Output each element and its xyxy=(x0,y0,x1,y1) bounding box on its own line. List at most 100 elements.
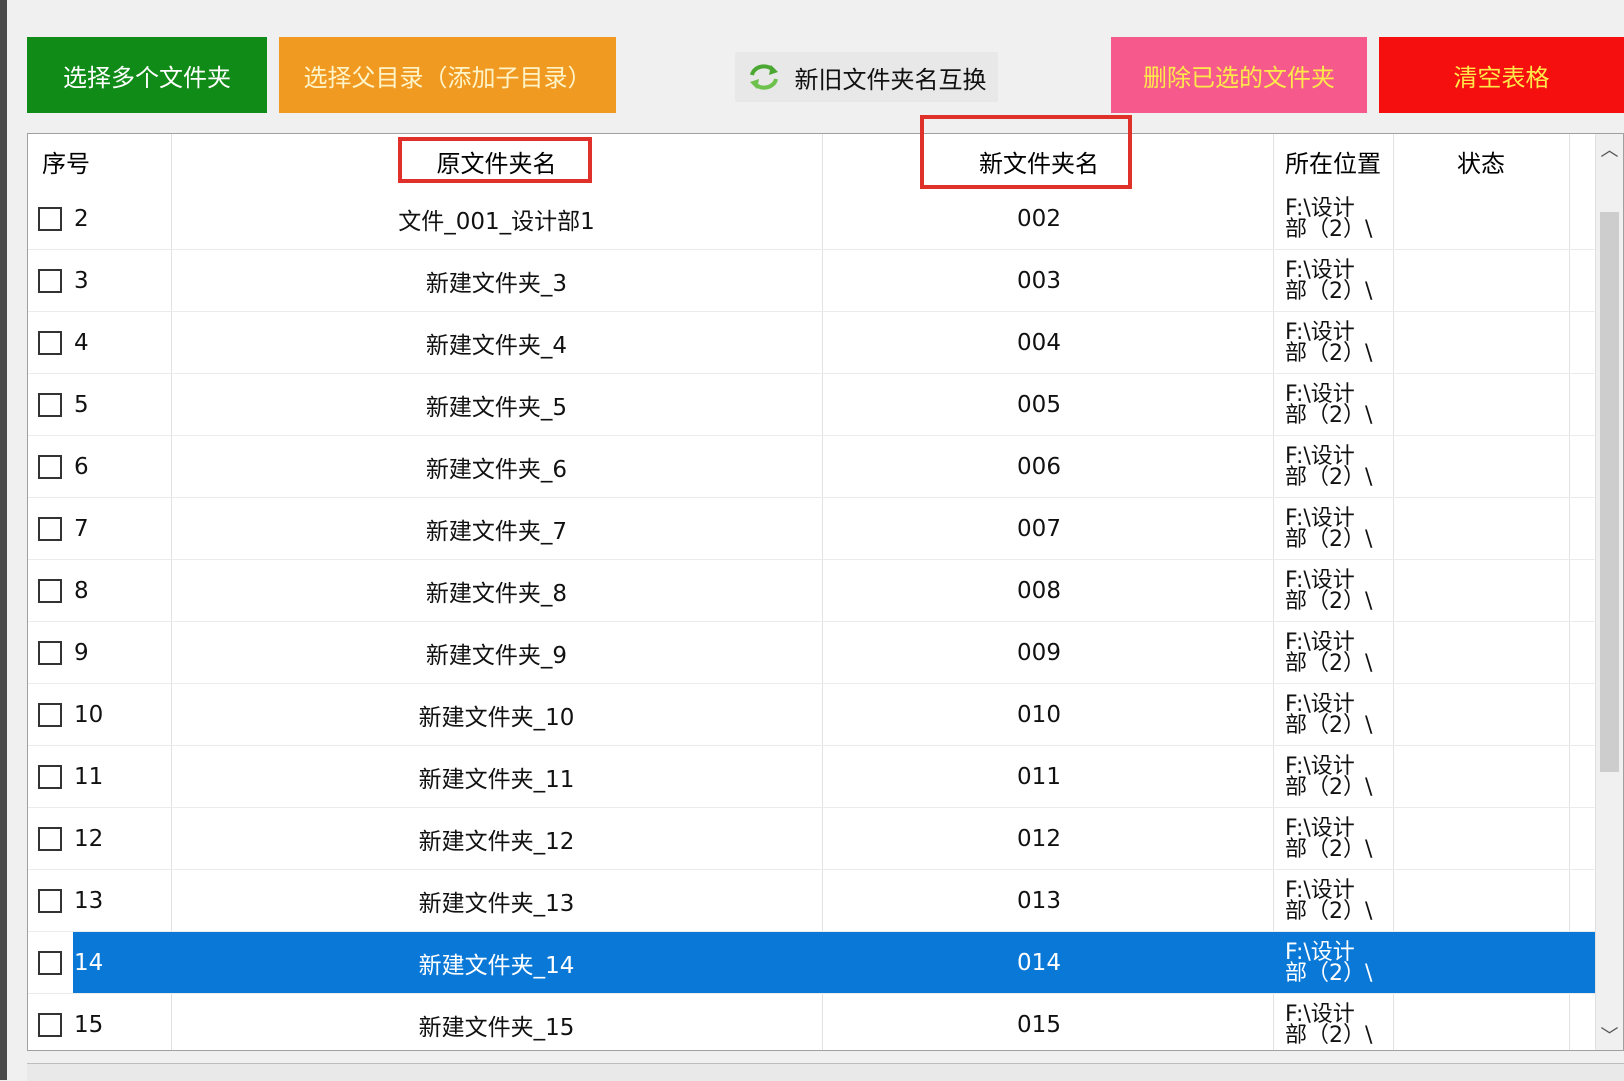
header-status[interactable]: 状态 xyxy=(1393,134,1569,188)
row-checkbox[interactable] xyxy=(38,702,62,727)
seq-cell: 5 xyxy=(38,374,178,435)
new-name-cell[interactable]: 010 xyxy=(822,684,1256,745)
table-row[interactable]: 15 新建文件夹_15 015 F:\设计部（2）\ xyxy=(28,994,1598,1050)
table-row[interactable]: 14 新建文件夹_14 014 F:\设计部（2）\ xyxy=(28,932,1599,994)
original-name-cell: 新建文件夹_13 xyxy=(418,890,575,917)
table-row[interactable]: 3 新建文件夹_3 003 F:\设计部（2）\ xyxy=(28,250,1598,312)
row-checkbox[interactable] xyxy=(38,206,62,231)
location-cell: F:\设计部（2）\ xyxy=(1273,808,1381,869)
original-name-cell: 新建文件夹_4 xyxy=(425,332,568,359)
new-name-cell[interactable]: 004 xyxy=(822,312,1256,373)
new-name-cell[interactable]: 005 xyxy=(822,374,1256,435)
swap-folder-names-button[interactable]: 新旧文件夹名互换 xyxy=(735,52,998,102)
table-row[interactable]: 11 新建文件夹_11 011 F:\设计部（2）\ xyxy=(28,746,1598,808)
header-seq[interactable]: 序号 xyxy=(42,134,142,188)
original-name-cell: 新建文件夹_3 xyxy=(425,270,568,297)
location-cell: F:\设计部（2）\ xyxy=(1273,498,1381,559)
new-name-cell[interactable]: 013 xyxy=(822,870,1256,931)
table-row[interactable]: 8 新建文件夹_8 008 F:\设计部（2）\ xyxy=(28,560,1598,622)
row-checkbox[interactable] xyxy=(38,330,62,355)
new-name-cell[interactable]: 006 xyxy=(822,436,1256,497)
table-row[interactable]: 9 新建文件夹_9 009 F:\设计部（2）\ xyxy=(28,622,1598,684)
location-text: F:\设计部（2）\ xyxy=(1285,877,1373,924)
location-cell: F:\设计部（2）\ xyxy=(1273,684,1381,745)
seq-number: 4 xyxy=(74,329,89,356)
seq-number: 3 xyxy=(74,267,89,294)
row-checkbox[interactable] xyxy=(38,392,62,417)
table-row[interactable]: 13 新建文件夹_13 013 F:\设计部（2）\ xyxy=(28,870,1598,932)
status-cell xyxy=(1393,870,1569,931)
location-text: F:\设计部（2）\ xyxy=(1285,319,1373,366)
table-row[interactable]: 7 新建文件夹_7 007 F:\设计部（2）\ xyxy=(28,498,1598,560)
location-text: F:\设计部（2）\ xyxy=(1285,505,1373,552)
seq-cell: 10 xyxy=(38,684,178,745)
new-name-cell[interactable]: 007 xyxy=(822,498,1256,559)
row-checkbox[interactable] xyxy=(38,826,62,851)
seq-cell: 4 xyxy=(38,312,178,373)
seq-cell: 2 xyxy=(38,188,178,249)
scrollbar-thumb[interactable] xyxy=(1600,212,1619,772)
status-cell xyxy=(1393,684,1569,745)
location-cell: F:\设计部（2）\ xyxy=(1273,312,1381,373)
new-name-cell[interactable]: 012 xyxy=(822,808,1256,869)
original-name-cell: 文件_001_设计部1 xyxy=(398,208,595,235)
seq-cell: 3 xyxy=(38,250,178,311)
seq-cell: 8 xyxy=(38,560,178,621)
row-checkbox[interactable] xyxy=(38,1012,62,1037)
status-cell xyxy=(1393,994,1569,1050)
row-checkbox[interactable] xyxy=(38,764,62,789)
location-text: F:\设计部（2）\ xyxy=(1285,629,1373,676)
location-cell: F:\设计部（2）\ xyxy=(1273,994,1381,1050)
new-name-cell[interactable]: 015 xyxy=(822,994,1256,1050)
row-checkbox[interactable] xyxy=(38,578,62,603)
seq-cell: 14 xyxy=(38,932,178,993)
row-checkbox[interactable] xyxy=(38,950,62,975)
row-checkbox[interactable] xyxy=(38,268,62,293)
new-name-cell[interactable]: 002 xyxy=(822,188,1256,249)
status-cell xyxy=(1393,560,1569,621)
location-cell: F:\设计部（2）\ xyxy=(1273,188,1381,249)
location-text: F:\设计部（2）\ xyxy=(1285,939,1373,986)
row-checkbox[interactable] xyxy=(38,516,62,541)
location-text: F:\设计部（2）\ xyxy=(1285,753,1373,800)
vertical-scrollbar[interactable]: ︿ ﹀ xyxy=(1595,134,1623,1050)
delete-selected-folders-button[interactable]: 删除已选的文件夹 xyxy=(1111,37,1367,113)
clear-table-button[interactable]: 清空表格 xyxy=(1379,37,1624,113)
status-cell xyxy=(1393,622,1569,683)
table-row[interactable]: 4 新建文件夹_4 004 F:\设计部（2）\ xyxy=(28,312,1598,374)
original-name-cell: 新建文件夹_12 xyxy=(418,828,575,855)
original-name-cell: 新建文件夹_15 xyxy=(418,1014,575,1041)
original-name-cell: 新建文件夹_9 xyxy=(425,642,568,669)
header-location[interactable]: 所在位置 xyxy=(1273,134,1393,188)
new-name-cell[interactable]: 009 xyxy=(822,622,1256,683)
row-checkbox[interactable] xyxy=(38,640,62,665)
seq-number: 15 xyxy=(74,1011,104,1038)
scroll-up-arrow-icon[interactable]: ︿ xyxy=(1596,134,1623,164)
table-row[interactable]: 6 新建文件夹_6 006 F:\设计部（2）\ xyxy=(28,436,1598,498)
original-name-cell: 新建文件夹_10 xyxy=(418,704,575,731)
select-multiple-folders-button[interactable]: 选择多个文件夹 xyxy=(27,37,267,113)
scroll-down-arrow-icon[interactable]: ﹀ xyxy=(1596,1020,1623,1050)
table-row[interactable]: 12 新建文件夹_12 012 F:\设计部（2）\ xyxy=(28,808,1598,870)
table-row[interactable]: 5 新建文件夹_5 005 F:\设计部（2）\ xyxy=(28,374,1598,436)
new-name-cell[interactable]: 014 xyxy=(822,932,1256,993)
seq-number: 5 xyxy=(74,391,89,418)
seq-number: 13 xyxy=(74,887,104,914)
table-row[interactable]: 2 文件_001_设计部1 002 F:\设计部（2）\ xyxy=(28,188,1598,250)
new-name-cell[interactable]: 011 xyxy=(822,746,1256,807)
row-checkbox[interactable] xyxy=(38,888,62,913)
seq-number: 7 xyxy=(74,515,89,542)
location-text: F:\设计部（2）\ xyxy=(1285,567,1373,614)
location-text: F:\设计部（2）\ xyxy=(1285,381,1373,428)
table-row[interactable]: 10 新建文件夹_10 010 F:\设计部（2）\ xyxy=(28,684,1598,746)
seq-number: 2 xyxy=(74,205,89,232)
select-parent-directory-button[interactable]: 选择父目录（添加子目录） xyxy=(279,37,616,113)
seq-number: 8 xyxy=(74,577,89,604)
row-checkbox[interactable] xyxy=(38,454,62,479)
new-name-cell[interactable]: 008 xyxy=(822,560,1256,621)
folder-table: 序号 原文件夹名 新文件夹名 所在位置 状态 2 文件_001_设计部1 002 F:… xyxy=(27,133,1624,1051)
new-name-cell[interactable]: 003 xyxy=(822,250,1256,311)
seq-cell: 7 xyxy=(38,498,178,559)
status-cell xyxy=(1393,312,1569,373)
status-cell xyxy=(1393,498,1569,559)
